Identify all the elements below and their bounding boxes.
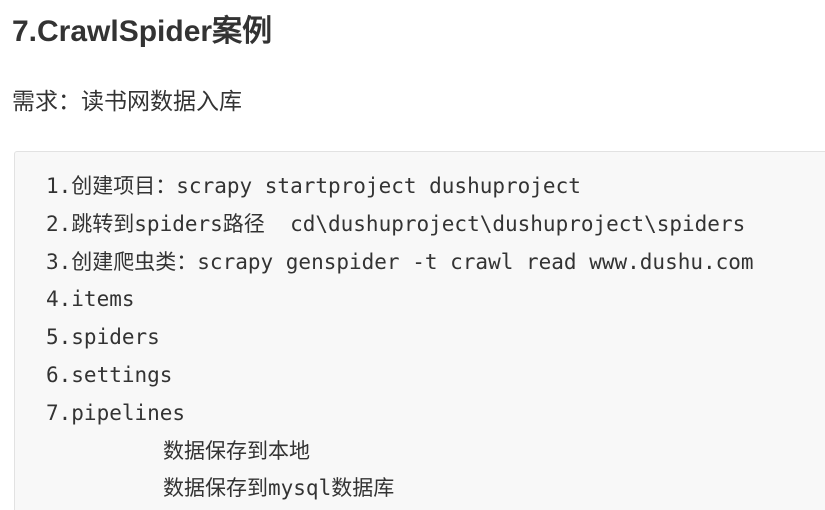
code-line-create-project: 1.创建项目：scrapy startproject dushuproject	[46, 174, 581, 198]
code-block: 1.创建项目：scrapy startproject dushuproject …	[14, 151, 825, 510]
code-line-spiders: 5.spiders	[46, 325, 160, 350]
code-line-settings: 6.settings	[46, 362, 173, 387]
code-line-genspider: 3.创建爬虫类：scrapy genspider -t crawl read w…	[46, 249, 754, 274]
code-line-save-mysql: 数据保存到mysql数据库	[163, 476, 395, 501]
code-line-cd-spiders: 2.跳转到spiders路径 cd\dushuproject\dushuproj…	[46, 211, 746, 236]
code-line-save-local: 数据保存到本地	[163, 438, 310, 463]
code-lines: 1.创建项目：scrapy startproject dushuproject …	[46, 168, 754, 508]
code-line-pipelines: 7.pipelines	[46, 400, 186, 425]
section-heading: 7.CrawlSpider案例	[12, 15, 273, 48]
code-line-items: 4.items	[46, 287, 135, 312]
requirement-text: 需求：读书网数据入库	[12, 89, 242, 115]
